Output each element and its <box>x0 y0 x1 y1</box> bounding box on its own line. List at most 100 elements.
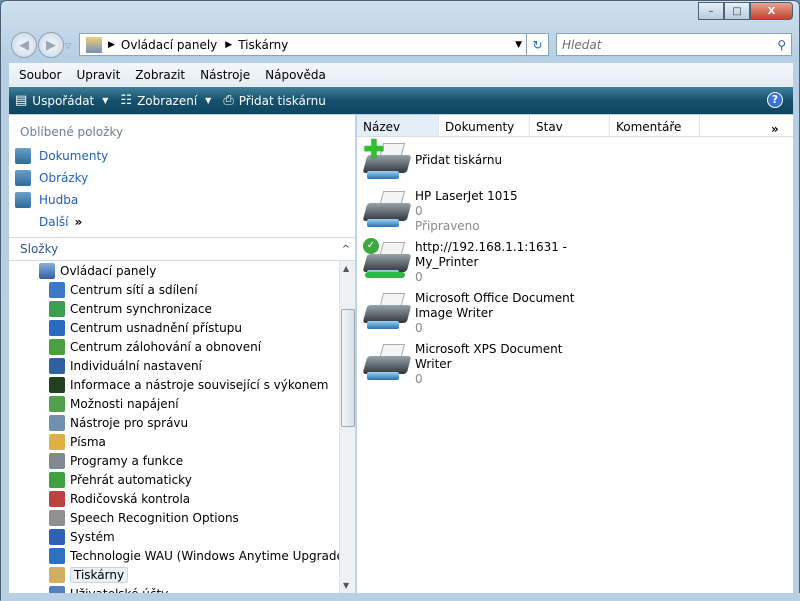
tree-item[interactable]: Individuální nastavení <box>9 356 339 375</box>
address-bar[interactable]: ▶ Ovládací panely ▶ Tiskárny ▼ ↻ <box>79 33 549 56</box>
folder-item-icon <box>49 357 65 374</box>
tree-label: Individuální nastavení <box>70 358 202 373</box>
column-documents[interactable]: Dokumenty <box>439 115 530 136</box>
tree-label: Písma <box>70 434 106 449</box>
tree-item[interactable]: Centrum usnadnění přístupu <box>9 318 339 337</box>
menu-file[interactable]: Soubor <box>19 68 61 82</box>
tree-item[interactable]: Nástroje pro správu <box>9 413 339 432</box>
folder-item-icon <box>49 414 65 431</box>
control-panel-icon <box>39 262 55 279</box>
tree-item[interactable]: Informace a nástroje související s výkon… <box>9 375 339 394</box>
tree-item[interactable]: Rodičovská kontrola <box>9 489 339 508</box>
menu-tools[interactable]: Nástroje <box>200 68 250 82</box>
tree-item[interactable]: Programy a funkce <box>9 451 339 470</box>
tree-item[interactable]: Systém <box>9 527 339 546</box>
tree-item[interactable]: Speech Recognition Options <box>9 508 339 527</box>
tree-label: Systém <box>70 529 115 544</box>
column-name[interactable]: Název <box>357 115 439 136</box>
scroll-up-icon[interactable]: ▲ <box>343 264 349 273</box>
folder-item-icon <box>49 471 65 488</box>
music-icon <box>15 192 31 208</box>
folders-title: Složky <box>20 242 59 256</box>
breadcrumb-printers[interactable]: Tiskárny <box>238 38 288 52</box>
explorer-window: – □ X ◀ ▶ ▽ ▶ Ovládací panely ▶ Tiskárny… <box>0 0 800 601</box>
printer-item[interactable]: ✓ http://192.168.1.1:1631 - My_Printer 0 <box>357 238 793 285</box>
recent-pages-dropdown[interactable]: ▽ <box>65 41 71 50</box>
organize-label: Uspořádat <box>32 93 95 108</box>
tree-item-control-panel[interactable]: Ovládací panely <box>9 261 339 280</box>
menu-edit[interactable]: Upravit <box>76 68 120 82</box>
folder-item-icon <box>49 281 65 298</box>
documents-icon <box>15 148 31 164</box>
printer-name-cont: My_Printer <box>415 255 479 269</box>
help-button[interactable]: ? <box>767 92 783 108</box>
tree-item[interactable]: Uživatelské účty <box>9 584 339 593</box>
tree-label: Přehrát automaticky <box>70 472 192 487</box>
printer-item[interactable]: HP LaserJet 1015 0 Připraveno <box>357 187 793 234</box>
favorite-label: Obrázky <box>39 171 89 185</box>
favorites-heading: Oblíbené položky <box>20 125 124 139</box>
folder-item-icon <box>49 585 65 593</box>
tree-item[interactable]: Centrum zálohování a obnovení <box>9 337 339 356</box>
breadcrumb-control-panel[interactable]: Ovládací panely <box>121 38 217 52</box>
printer-icon <box>362 340 412 384</box>
column-comments[interactable]: Komentáře <box>610 115 700 136</box>
folder-item-icon <box>49 395 65 412</box>
vertical-scrollbar[interactable]: ▲ ▼ <box>339 261 355 593</box>
tree-item[interactable]: Přehrát automaticky <box>9 470 339 489</box>
favorite-documents[interactable]: Dokumenty <box>9 145 355 167</box>
tree-item[interactable]: Tiskárny <box>9 565 339 584</box>
menu-help[interactable]: Nápověda <box>265 68 326 82</box>
default-check-icon: ✓ <box>363 238 379 254</box>
close-button[interactable]: X <box>750 2 793 20</box>
search-icon[interactable]: ⚲ <box>777 38 786 52</box>
folder-item-icon <box>49 452 65 469</box>
tree-item[interactable]: Centrum synchronizace <box>9 299 339 318</box>
folder-item-icon <box>49 376 65 393</box>
back-button[interactable]: ◀ <box>11 32 37 58</box>
menu-view[interactable]: Zobrazit <box>135 68 185 82</box>
organize-button[interactable]: ▤ Uspořádat ▼ <box>15 93 108 108</box>
views-icon: ☷ <box>120 93 133 108</box>
refresh-button[interactable]: ↻ <box>526 34 548 55</box>
printer-name-cont: Image Writer <box>415 306 494 320</box>
arrow-right-icon: ▶ <box>46 37 56 53</box>
search-input[interactable]: Hledat ⚲ <box>556 33 792 56</box>
folder-item-icon <box>49 338 65 355</box>
folders-header[interactable]: Složky ^ <box>9 237 355 261</box>
arrow-left-icon: ◀ <box>19 37 29 53</box>
tree-item[interactable]: Technologie WAU (Windows Anytime Upgrade… <box>9 546 339 565</box>
scroll-down-icon[interactable]: ▼ <box>343 581 349 590</box>
scrollbar-thumb[interactable] <box>341 309 355 427</box>
folder-item-icon <box>49 547 65 564</box>
views-button[interactable]: ☷ Zobrazení ▼ <box>120 93 211 108</box>
printer-item[interactable]: ✚ Přidat tiskárnu <box>357 135 793 183</box>
tree-label: Informace a nástroje související s výkon… <box>70 377 329 392</box>
printer-item[interactable]: Microsoft Office Document Image Writer 0 <box>357 289 793 336</box>
minimize-button[interactable]: – <box>698 2 724 20</box>
more-columns-button[interactable]: » <box>771 115 793 137</box>
printer-detail: 0 <box>415 321 423 335</box>
add-printer-icon: ⎙ <box>223 93 234 108</box>
forward-button[interactable]: ▶ <box>38 32 64 58</box>
address-dropdown[interactable]: ▼ <box>515 40 522 50</box>
favorite-pictures[interactable]: Obrázky <box>9 167 355 189</box>
search-placeholder: Hledat <box>562 37 602 52</box>
tree-label: Centrum zálohování a obnovení <box>70 339 262 354</box>
favorite-music[interactable]: Hudba <box>9 189 355 211</box>
tree-label: Centrum usnadnění přístupu <box>70 320 242 335</box>
views-label: Zobrazení <box>137 93 198 108</box>
printer-name: Microsoft Office Document <box>415 291 575 305</box>
printer-item[interactable]: Microsoft XPS Document Writer 0 <box>357 340 793 387</box>
add-printer-button[interactable]: ⎙ Přidat tiskárnu <box>223 93 326 108</box>
plus-icon: ✚ <box>363 135 385 165</box>
favorites-more-link[interactable]: Další» <box>9 211 355 233</box>
column-headers: Název Dokumenty Stav Komentáře » <box>357 115 793 137</box>
tree-item[interactable]: Písma <box>9 432 339 451</box>
tree-label: Centrum sítí a sdílení <box>70 282 198 297</box>
folder-tree: Ovládací panely Centrum sítí a sdílení Ce… <box>9 261 339 593</box>
tree-item[interactable]: Možnosti napájení <box>9 394 339 413</box>
column-status[interactable]: Stav <box>530 115 610 136</box>
tree-item[interactable]: Centrum sítí a sdílení <box>9 280 339 299</box>
maximize-button[interactable]: □ <box>724 2 750 20</box>
